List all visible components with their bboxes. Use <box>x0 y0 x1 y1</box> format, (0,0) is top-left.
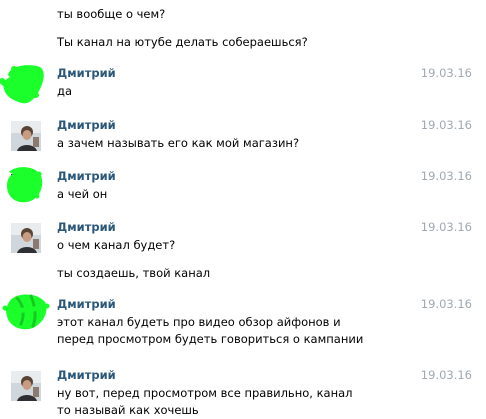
scribble-covered-avatar[interactable] <box>3 162 47 208</box>
own-message-line: ты создаешь, твой канал <box>57 266 211 280</box>
author-name[interactable]: Дмитрий <box>57 296 116 312</box>
message-date[interactable]: 19.03.16 <box>421 296 472 312</box>
message-text: а зачем называть его как мой магазин? <box>57 136 300 150</box>
message-feed: ты вообще о чем? Ты канал на ютубе делат… <box>0 0 486 419</box>
message-text: ну вот, перед просмотром все правильно, … <box>57 386 353 417</box>
author-name[interactable]: Дмитрий <box>57 367 116 383</box>
author-name[interactable]: Дмитрий <box>57 168 116 184</box>
message-date[interactable]: 19.03.16 <box>421 65 472 81</box>
scribble-covered-avatar[interactable] <box>0 61 50 109</box>
own-message-line: Ты канал на ютубе делать собераешься? <box>57 35 308 49</box>
author-name[interactable]: Дмитрий <box>57 65 116 81</box>
scribble-covered-avatar[interactable] <box>2 290 50 332</box>
message-text: этот канал будеть про видео обзор айфоно… <box>57 315 364 346</box>
message-text: да <box>57 84 72 98</box>
own-message-line: ты вообще о чем? <box>57 7 166 21</box>
author-name[interactable]: Дмитрий <box>57 219 116 235</box>
message-text: а чей он <box>57 187 108 201</box>
photo-avatar[interactable] <box>11 121 41 151</box>
photo-avatar[interactable] <box>11 223 41 253</box>
author-name[interactable]: Дмитрий <box>57 117 116 133</box>
photo-avatar[interactable] <box>11 371 41 401</box>
message-date[interactable]: 19.03.16 <box>421 367 472 383</box>
message-date[interactable]: 19.03.16 <box>421 219 472 235</box>
message-date[interactable]: 19.03.16 <box>421 117 472 133</box>
message-text: о чем канал будет? <box>57 238 176 252</box>
message-date[interactable]: 19.03.16 <box>421 168 472 184</box>
